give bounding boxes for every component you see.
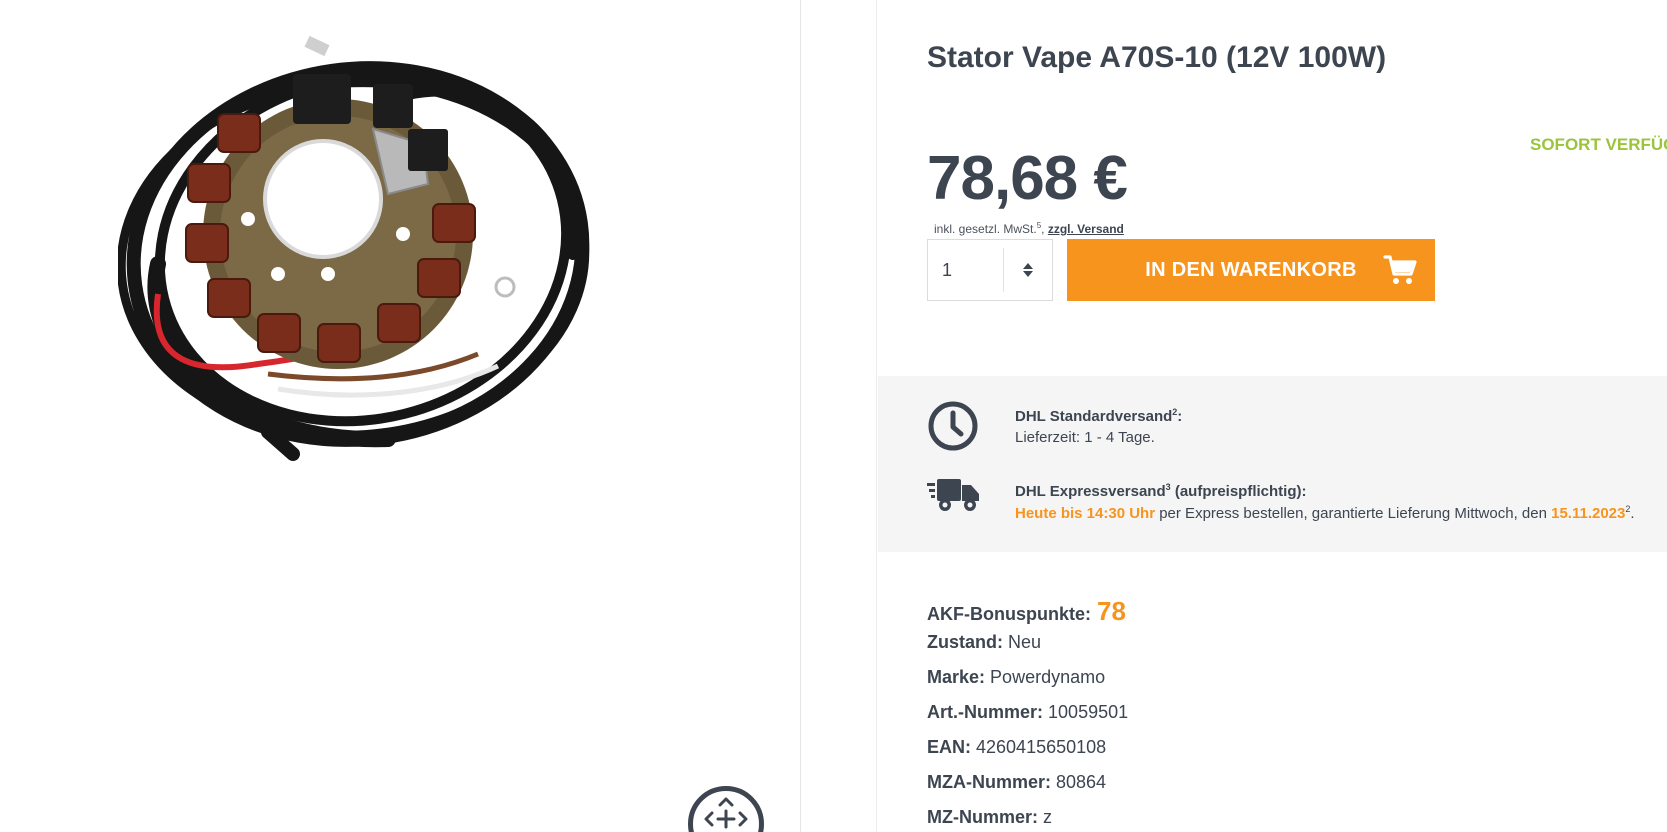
spec-label: Art.-Nummer: xyxy=(927,702,1044,722)
add-to-cart-label: IN DEN WARENKORB xyxy=(1145,258,1357,281)
shipping-costs-link[interactable]: zzgl. Versand xyxy=(1048,222,1124,236)
zoom-move-icon xyxy=(704,797,748,829)
spec-ean: EAN: 4260415650108 xyxy=(927,737,1106,758)
standard-shipping-title: DHL Standardversand2: xyxy=(1015,407,1182,425)
express-delivery-date: 15.11.2023 xyxy=(1551,505,1626,522)
spec-value: Powerdynamo xyxy=(990,667,1106,687)
spec-label: Marke: xyxy=(927,667,986,687)
spec-label: Zustand: xyxy=(927,632,1003,652)
spec-condition: Zustand: Neu xyxy=(927,632,1041,653)
chevron-up-icon xyxy=(1023,263,1033,269)
product-price: 78,68 € xyxy=(927,144,1128,213)
quantity-stepper-icon[interactable] xyxy=(1004,263,1052,277)
chevron-down-icon xyxy=(1023,271,1033,277)
tax-separator: , xyxy=(1041,222,1048,236)
product-gallery xyxy=(0,0,800,832)
spec-mz-number: MZ-Nummer: z xyxy=(927,807,1052,828)
spec-value: 10059501 xyxy=(1048,702,1129,722)
bonus-points-value: 78 xyxy=(1096,596,1126,626)
spec-bonus-points: AKF-Bonuspunkte: 78 xyxy=(927,596,1126,627)
spec-label: MZA-Nummer: xyxy=(927,772,1051,792)
quantity-select[interactable]: 1 xyxy=(927,239,1053,301)
tax-note: inkl. gesetzl. MwSt.5, zzgl. Versand xyxy=(934,221,1124,236)
availability-status: SOFORT VERFÜG xyxy=(1530,135,1667,154)
spec-label: AKF-Bonuspunkte: xyxy=(927,604,1091,624)
truck-icon xyxy=(927,479,979,511)
spec-value: Neu xyxy=(1008,632,1042,652)
gutter xyxy=(801,0,877,832)
shipping-info: DHL Standardversand2: Lieferzeit: 1 - 4 … xyxy=(878,376,1667,552)
spec-brand: Marke: Powerdynamo xyxy=(927,667,1105,688)
product-details: Stator Vape A70S-10 (12V 100W) SOFORT VE… xyxy=(878,0,1667,832)
express-shipping-title-text: DHL Expressversand xyxy=(1015,483,1166,500)
cart-icon xyxy=(1383,255,1417,284)
spec-value: z xyxy=(1043,807,1053,827)
standard-shipping-title-suffix: : xyxy=(1177,408,1183,425)
spec-value: 4260415650108 xyxy=(976,737,1107,757)
express-shipping-title: DHL Expressversand3 (aufpreispflichtig): xyxy=(1015,482,1306,500)
express-shipping-text: Heute bis 14:30 Uhr per Express bestelle… xyxy=(1015,504,1635,522)
spec-article-number: Art.-Nummer: 10059501 xyxy=(927,702,1128,723)
standard-shipping-text: Lieferzeit: 1 - 4 Tage. xyxy=(1015,429,1155,446)
add-to-cart-button[interactable]: IN DEN WARENKORB xyxy=(1067,239,1435,301)
tax-prefix: inkl. gesetzl. MwSt. xyxy=(934,222,1037,236)
express-shipping-title-suffix: (aufpreispflichtig): xyxy=(1170,483,1307,500)
express-text-end: . xyxy=(1630,505,1635,522)
clock-icon xyxy=(928,401,978,451)
spec-mza-number: MZA-Nummer: 80864 xyxy=(927,772,1106,793)
express-cutoff-time: Heute bis 14:30 Uhr xyxy=(1015,505,1156,522)
product-title: Stator Vape A70S-10 (12V 100W) xyxy=(927,41,1387,74)
product-image[interactable] xyxy=(118,34,618,474)
express-text-mid: per Express bestellen, garantierte Liefe… xyxy=(1155,505,1552,522)
quantity-value: 1 xyxy=(942,259,953,280)
standard-shipping-title-text: DHL Standardversand xyxy=(1015,408,1173,425)
spec-label: EAN: xyxy=(927,737,971,757)
spec-value: 80864 xyxy=(1056,772,1107,792)
spec-label: MZ-Nummer: xyxy=(927,807,1038,827)
zoom-button[interactable] xyxy=(688,786,764,832)
